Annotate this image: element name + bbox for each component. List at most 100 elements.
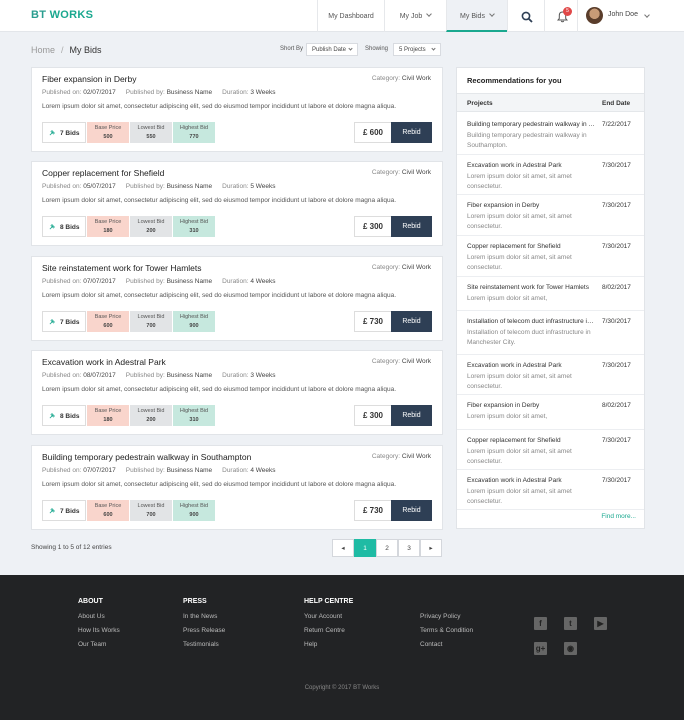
chevron-down-icon xyxy=(489,11,495,17)
search-button[interactable] xyxy=(507,0,544,32)
pagination-page-2[interactable]: 2 xyxy=(376,539,398,557)
nav-my-bids[interactable]: My Bids xyxy=(446,0,507,32)
footer-link-terms[interactable]: Terms & Condition xyxy=(420,627,473,634)
google-plus-icon[interactable]: g+ xyxy=(534,642,547,655)
bid-category: Category: Civil Work xyxy=(371,169,431,176)
bids-count[interactable]: 8 Bids xyxy=(42,216,86,237)
bid-description: Lorem ipsum dolor sit amet, consectetur … xyxy=(42,292,397,299)
footer-about: ABOUT About Us How Its Works Our Team xyxy=(78,598,120,648)
pagination-next[interactable]: ▸ xyxy=(420,539,442,557)
site-footer: ABOUT About Us How Its Works Our Team PR… xyxy=(0,575,684,720)
bid-title[interactable]: Excavation work in Adestral Park xyxy=(42,357,166,367)
chevron-down-icon xyxy=(431,46,436,51)
user-name[interactable]: John Doe xyxy=(608,11,638,18)
bids-count[interactable]: 7 Bids xyxy=(42,122,86,143)
chevron-down-icon xyxy=(348,46,353,51)
footer-help-centre: HELP CENTRE Your Account Return Centre H… xyxy=(304,598,354,648)
notification-count-badge: 5 xyxy=(563,7,572,16)
recommendation-item[interactable]: Fiber expansion in Derby Lorem ipsum dol… xyxy=(457,395,644,430)
recommendation-item[interactable]: Copper replacement for Shefield Lorem ip… xyxy=(457,430,644,470)
lowest-bid: Lowest Bid 200 xyxy=(130,405,172,426)
twitter-icon[interactable]: t xyxy=(564,617,577,630)
bid-title[interactable]: Site reinstatement work for Tower Hamlet… xyxy=(42,263,202,273)
rebid-button[interactable]: Rebid xyxy=(391,216,432,237)
recommendation-item[interactable]: Excavation work in Adestral Park Lorem i… xyxy=(457,470,644,510)
bids-count[interactable]: 7 Bids xyxy=(42,311,86,332)
rebid-button[interactable]: Rebid xyxy=(391,122,432,143)
breadcrumb-current: My Bids xyxy=(69,45,102,55)
recommendation-item[interactable]: Excavation work in Adestral Park Lorem i… xyxy=(457,355,644,395)
rebid-button[interactable]: Rebid xyxy=(391,500,432,521)
recommendations-title: Recommendations for you xyxy=(467,76,562,85)
bid-card: Excavation work in Adestral Park Categor… xyxy=(31,350,443,435)
recommendation-item[interactable]: Copper replacement for Shefield Lorem ip… xyxy=(457,236,644,277)
bid-category: Category: Civil Work xyxy=(371,453,431,460)
breadcrumb: Home / My Bids xyxy=(31,45,102,55)
pagination-prev[interactable]: ◂ xyxy=(332,539,354,557)
youtube-icon[interactable]: ▶ xyxy=(594,617,607,630)
facebook-icon[interactable]: f xyxy=(534,617,547,630)
footer-link-testimonials[interactable]: Testimonials xyxy=(183,641,225,648)
avatar[interactable] xyxy=(586,7,603,24)
footer-link-about-us[interactable]: About Us xyxy=(78,613,120,620)
breadcrumb-separator: / xyxy=(61,45,64,55)
gavel-icon xyxy=(49,413,55,419)
copyright: Copyright © 2017 BT Works xyxy=(304,685,380,691)
bid-category: Category: Civil Work xyxy=(371,75,431,82)
footer-link-privacy-policy[interactable]: Privacy Policy xyxy=(420,613,473,620)
recommendation-item[interactable]: Installation of telecom duct infrastruct… xyxy=(457,311,644,355)
breadcrumb-home[interactable]: Home xyxy=(31,45,55,55)
pagination-page-1[interactable]: 1 xyxy=(354,539,376,557)
rebid-button[interactable]: Rebid xyxy=(391,311,432,332)
find-more-link[interactable]: Find more... xyxy=(601,513,636,520)
footer-legal: Privacy Policy Terms & Condition Contact xyxy=(420,613,473,655)
footer-link-press-release[interactable]: Press Release xyxy=(183,627,225,634)
my-bid-amount: £ 600 xyxy=(354,122,392,143)
footer-link-contact[interactable]: Contact xyxy=(420,641,473,648)
bid-card: Copper replacement for Shefield Category… xyxy=(31,161,443,246)
recommendation-item[interactable]: Building temporary pedestrain walkway in… xyxy=(457,114,644,155)
bid-meta: Published on: 02/07/2017 Published by: Bu… xyxy=(42,89,276,96)
bid-description: Lorem ipsum dolor sit amet, consectetur … xyxy=(42,481,397,488)
footer-link-how-it-works[interactable]: How Its Works xyxy=(78,627,120,634)
bid-category: Category: Civil Work xyxy=(371,358,431,365)
sort-by-select[interactable]: Publish Date xyxy=(306,43,358,56)
gavel-icon xyxy=(49,224,55,230)
bids-count[interactable]: 7 Bids xyxy=(42,500,86,521)
gavel-icon xyxy=(49,130,55,136)
base-price: Base Price 600 xyxy=(87,500,129,521)
footer-link-help[interactable]: Help xyxy=(304,641,353,648)
showing-select[interactable]: 5 Projects xyxy=(393,43,441,56)
top-navigation-bar: BT WORKS My Dashboard My Job My Bids 5 J… xyxy=(0,0,684,32)
nav-my-job[interactable]: My Job xyxy=(384,0,446,32)
highest-bid: Highest Bid 770 xyxy=(173,122,215,143)
notifications-button[interactable]: 5 xyxy=(544,0,577,32)
sort-by-label: Short By xyxy=(280,46,304,52)
gavel-icon xyxy=(49,508,55,514)
footer-link-our-team[interactable]: Our Team xyxy=(78,641,120,648)
footer-link-your-account[interactable]: Your Account xyxy=(304,613,353,620)
bids-count[interactable]: 8 Bids xyxy=(42,405,86,426)
rebid-button[interactable]: Rebid xyxy=(391,405,432,426)
nav-my-dashboard[interactable]: My Dashboard xyxy=(317,0,384,32)
bid-title[interactable]: Copper replacement for Shefield xyxy=(42,168,164,178)
bid-title[interactable]: Building temporary pedestrain walkway in… xyxy=(42,452,251,462)
bid-meta: Published on: 07/07/2017 Published by: Bu… xyxy=(42,278,276,285)
bid-meta: Published on: 05/07/2017 Published by: Bu… xyxy=(42,183,276,190)
footer-link-return-centre[interactable]: Return Centre xyxy=(304,627,353,634)
lowest-bid: Lowest Bid 200 xyxy=(130,216,172,237)
bid-meta: Published on: 07/07/2017 Published by: Bu… xyxy=(42,467,276,474)
my-bid-amount: £ 300 xyxy=(354,405,392,426)
chevron-down-icon xyxy=(426,11,433,17)
my-bid-amount: £ 730 xyxy=(354,311,392,332)
brand-logo[interactable]: BT WORKS xyxy=(31,9,93,21)
bid-title[interactable]: Fiber expansion in Derby xyxy=(42,74,137,84)
recommendation-item[interactable]: Excavation work in Adestral Park Lorem i… xyxy=(457,155,644,195)
pagination-page-3[interactable]: 3 xyxy=(398,539,420,557)
recommendation-item[interactable]: Fiber expansion in Derby Lorem ipsum dol… xyxy=(457,195,644,236)
footer-link-in-the-news[interactable]: In the News xyxy=(183,613,225,620)
lowest-bid: Lowest Bid 700 xyxy=(130,311,172,332)
recommendation-item[interactable]: Site reinstatement work for Tower Hamlet… xyxy=(457,277,644,311)
rss-icon[interactable]: ◉ xyxy=(564,642,577,655)
my-bid-amount: £ 300 xyxy=(354,216,392,237)
